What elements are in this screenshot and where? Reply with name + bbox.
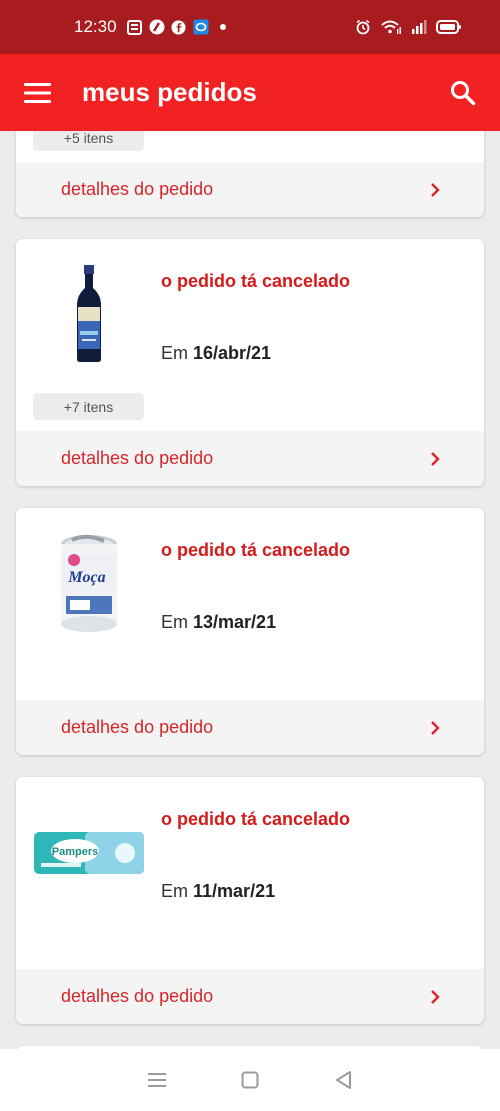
chevron-right-icon — [431, 451, 440, 466]
app-bar: meus pedidos — [0, 54, 500, 131]
signal-icon — [411, 19, 427, 35]
news-icon — [127, 19, 143, 35]
chat-icon — [193, 19, 209, 35]
product-image-condensed-milk: Moça — [32, 534, 146, 634]
orders-list[interactable]: +5 itens detalhes do pedido o pedido tá … — [0, 131, 500, 1049]
order-date: Em 16/abr/21 — [161, 343, 271, 364]
search-icon[interactable] — [448, 78, 478, 108]
product-brand-text: Moça — [67, 569, 105, 586]
notification-icons — [127, 19, 231, 35]
back-icon[interactable] — [331, 1068, 355, 1092]
date-value: 11/mar/21 — [193, 881, 276, 901]
details-link-label: detalhes do pedido — [61, 179, 214, 199]
order-card-body: +5 itens — [16, 131, 484, 162]
alarm-icon — [355, 19, 371, 35]
order-card-body: Pampers o pedido tá cancelado Em 11/mar/… — [16, 777, 484, 969]
facebook-icon — [171, 19, 187, 35]
chevron-right-icon — [431, 720, 440, 735]
order-card[interactable]: Moça o pedido tá cancelado Em 13/mar/21 … — [16, 508, 484, 755]
chevron-right-icon — [431, 989, 440, 1004]
order-details-link[interactable]: detalhes do pedido — [16, 162, 484, 217]
chevron-right-icon — [431, 182, 440, 197]
dot-icon — [215, 19, 231, 35]
date-prefix: Em — [161, 343, 188, 363]
more-items-badge: +5 itens — [33, 131, 144, 151]
product-image-olive-oil — [32, 265, 146, 365]
order-status: o pedido tá cancelado — [161, 540, 351, 560]
status-time: 12:30 — [74, 17, 117, 36]
home-icon[interactable] — [238, 1068, 262, 1092]
more-items-badge: +7 itens — [33, 393, 144, 420]
details-link-label: detalhes do pedido — [61, 448, 214, 468]
status-bar: 12:30 — [0, 0, 500, 54]
order-date: Em 13/mar/21 — [161, 612, 276, 633]
order-card-body: o pedido tá cancelado Em 16/abr/21 +7 it… — [16, 239, 484, 431]
system-nav-bar — [0, 1049, 500, 1111]
order-status: o pedido tá cancelado — [161, 809, 351, 829]
order-details-link[interactable]: detalhes do pedido — [16, 969, 484, 1024]
system-icons — [355, 19, 462, 35]
product-brand-text: Pampers — [52, 846, 98, 858]
order-details-link[interactable]: detalhes do pedido — [16, 700, 484, 755]
date-prefix: Em — [161, 612, 188, 632]
order-details-link[interactable]: detalhes do pedido — [16, 431, 484, 486]
recents-icon[interactable] — [145, 1068, 169, 1092]
date-value: 13/mar/21 — [193, 612, 277, 632]
page-title: meus pedidos — [82, 77, 257, 107]
hamburger-icon[interactable] — [24, 79, 52, 107]
order-card[interactable]: o pedido tá cancelado Em 16/abr/21 +7 it… — [16, 239, 484, 486]
sports-icon — [149, 19, 165, 35]
order-card-body: Moça o pedido tá cancelado Em 13/mar/21 — [16, 508, 484, 700]
order-card[interactable]: Pampers o pedido tá cancelado Em 11/mar/… — [16, 777, 484, 1024]
order-date: Em 11/mar/21 — [161, 881, 275, 902]
date-prefix: Em — [161, 881, 188, 901]
details-link-label: detalhes do pedido — [61, 986, 214, 1006]
wifi-icon — [380, 19, 402, 35]
order-status: o pedido tá cancelado — [161, 271, 351, 291]
date-value: 16/abr/21 — [193, 343, 272, 363]
battery-icon — [436, 19, 462, 35]
product-image-wet-wipes: Pampers — [32, 803, 146, 903]
details-link-label: detalhes do pedido — [61, 717, 214, 737]
order-card: +5 itens detalhes do pedido — [16, 131, 484, 217]
